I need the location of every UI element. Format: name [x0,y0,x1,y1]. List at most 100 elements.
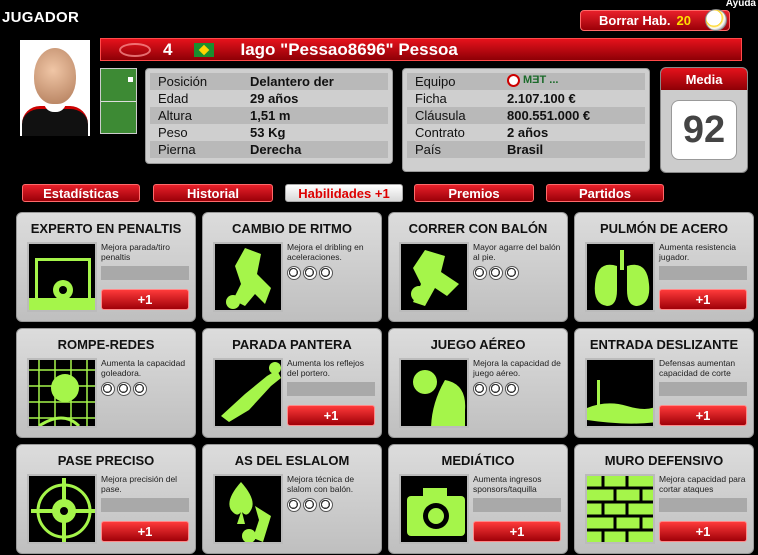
skill-description: Mejora precisión del pase. [101,474,178,494]
media-box: Media 92 [660,67,748,173]
skill-level-empty [101,498,189,512]
tab-partidos[interactable]: Partidos [546,184,664,202]
info-row: Ficha 2.107.100 € [407,90,645,107]
skill-card: ENTRADA DESLIZANTE Defensas aumentan capa… [574,328,754,438]
skill-card: MEDIÁTICO Aumenta ingresos sponsors/taqui… [388,444,568,554]
skill-title: JUEGO AÉREO [430,337,526,352]
skill-level-empty [659,266,747,280]
ball-icon [287,266,301,280]
add-skill-button[interactable]: +1 [101,521,189,542]
borrar-count: 20 [676,13,691,28]
team-name: MƎT ... [523,74,559,86]
add-skill-button[interactable]: +1 [473,521,561,542]
skill-description: Aumenta la capacidad goleadora. [101,358,186,378]
skill-description: Defensas aumentan capacidad de corte [659,358,736,378]
info-label: Altura [150,107,242,124]
skill-title: CORRER CON BALÓN [408,221,548,236]
skill-title: ROMPE-REDES [57,337,155,352]
info-value: 1,51 m [242,107,388,124]
help-link[interactable]: Ayuda [726,0,756,9]
skill-card: JUEGO AÉREO Mejora la capacidad de juego … [388,328,568,438]
tab-habilidades-1[interactable]: Habilidades +1 [285,184,403,202]
info-value: Brasil [499,141,645,158]
skill-title: PASE PRECISO [57,453,155,468]
ball-icon [303,498,317,512]
brazil-flag-icon [194,42,215,57]
ball-icon [705,9,727,31]
skill-level [473,382,519,396]
ball-icon [489,382,503,396]
info-row: Equipo MƎT ... [407,73,645,90]
header-icon [399,358,469,428]
info-value: 2 años [507,125,549,140]
info-label: País [407,141,499,158]
skill-title: EXPERTO EN PENALTIS [30,221,182,236]
info-value: 29 años [250,91,299,106]
player-number: 4 [163,39,173,59]
player-name: Iago "Pessao8696" Pessoa [240,39,458,59]
skill-card: PARADA PANTERA Aumenta los reflejos del p… [202,328,382,438]
add-skill-button[interactable]: +1 [287,405,375,426]
tab-historial[interactable]: Historial [153,184,273,202]
target-ball-icon [27,474,97,544]
net-ball-icon [27,358,97,428]
ball-icon [117,382,131,396]
skill-card: EXPERTO EN PENALTIS Mejora parada/tiro pe… [16,212,196,322]
skill-title: MURO DEFENSIVO [604,453,724,468]
ball-icon [101,382,115,396]
skill-card: ROMPE-REDES Aumenta la capacidad goleador… [16,328,196,438]
lungs-icon [585,242,655,312]
skill-title: PULMÓN DE ACERO [599,221,729,236]
ball-icon [287,498,301,512]
skill-description: Mejora técnica de slalom con balón. [287,474,355,494]
slide-tackle-icon [585,358,655,428]
info-label: Pierna [150,141,242,158]
add-skill-button[interactable]: +1 [659,289,747,310]
skill-description: Aumenta ingresos sponsors/taquilla [473,474,542,494]
team-crest-icon [507,73,520,87]
info-value: Derecha [242,141,388,158]
skill-description: Mayor agarre del balón al pie. [473,242,561,262]
info-label: Ficha [415,91,447,106]
tab-estad-sticas[interactable]: Estadísticas [22,184,140,202]
media-value: 92 [671,100,737,160]
skill-card: PASE PRECISO Mejora precisión del pase. +1 [16,444,196,554]
skill-level-empty [473,498,561,512]
ball-icon [489,266,503,280]
info-value: 2.107.100 € [507,91,576,106]
penalty-icon [27,242,97,312]
info-row: Altura 1,51 m [150,107,388,124]
dribble-icon [213,242,283,312]
goalkeeper-icon [213,358,283,428]
info-label: Equipo [407,73,499,90]
skill-card: CORRER CON BALÓN Mayor agarre del balón a… [388,212,568,322]
skill-description: Aumenta resistencia jugador. [659,242,737,262]
skill-card: AS DEL ESLALOM Mejora técnica de slalom c… [202,444,382,554]
add-skill-button[interactable]: +1 [101,289,189,310]
info-row: Posición Delantero der [150,73,388,90]
ball-icon [473,266,487,280]
player-info-panel: Posición Delantero der Edad 29 años Altura 1,… [145,68,393,164]
skill-level-empty [659,382,747,396]
skill-card: PULMÓN DE ACERO Aumenta resistencia jugad… [574,212,754,322]
add-skill-button[interactable]: +1 [659,405,747,426]
skill-description: Mejora capacidad para cortar ataques [659,474,746,494]
club-shield-icon [119,42,151,57]
info-row: Edad 29 años [150,90,388,107]
info-label: Contrato [415,125,465,140]
ball-icon [303,266,317,280]
spade-icon [213,474,283,544]
info-row: País Brasil [407,141,645,158]
team-link[interactable]: MƎT ... [507,73,559,87]
ball-icon [473,382,487,396]
camera-icon [399,474,469,544]
add-skill-button[interactable]: +1 [659,521,747,542]
ball-icon [505,382,519,396]
ball-icon [319,498,333,512]
ball-icon [505,266,519,280]
skill-title: CAMBIO DE RITMO [232,221,352,236]
player-name-bar: 4 Iago "Pessao8696" Pessoa [100,38,742,61]
info-row: Peso 53 Kg [150,124,388,141]
tab-premios[interactable]: Premios [414,184,534,202]
ball-icon [319,266,333,280]
